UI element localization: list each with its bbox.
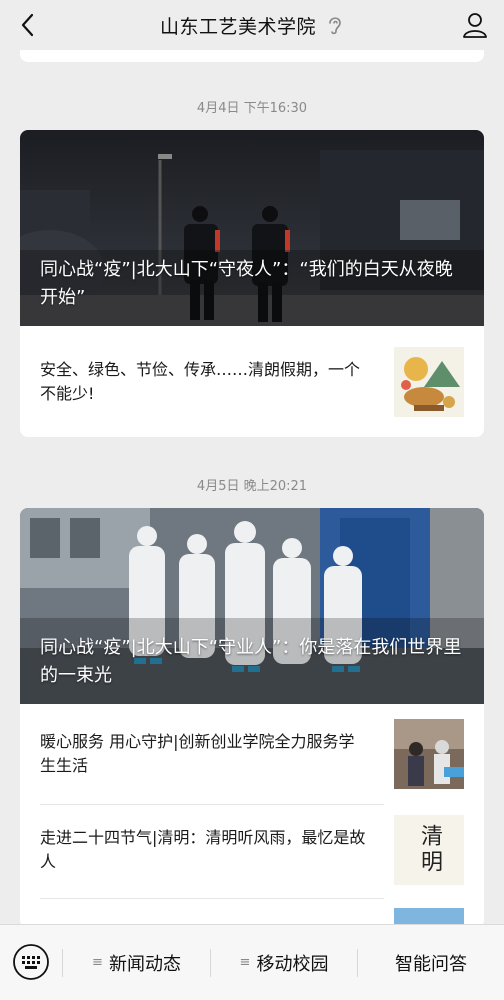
hero-article[interactable]: 同心战“疫”|北大山下“守业人”：你是落在我们世界里的一束光	[20, 508, 484, 704]
tab-mobile-campus[interactable]: ≡ 移动校园	[211, 925, 357, 1000]
listen-ear-icon[interactable]	[326, 14, 344, 36]
previous-card-stub	[20, 50, 484, 62]
title-group: 山东工艺美术学院	[160, 12, 344, 39]
hero-article[interactable]: 同心战“疫”|北大山下“守夜人”：“我们的白天从夜晚开始”	[20, 130, 484, 326]
item-divider	[40, 898, 384, 899]
thumbnail-photo-service	[394, 719, 464, 789]
user-profile-icon[interactable]	[460, 10, 490, 40]
tab-label: 移动校园	[256, 953, 329, 975]
tab-news[interactable]: ≡ 新闻动态	[63, 925, 210, 1000]
article-list-item[interactable]: 安全、绿色、节俭、传承……清朗假期，一个不能少!	[20, 326, 484, 437]
keyboard-toggle-icon[interactable]	[12, 943, 50, 981]
top-nav-bar: 山东工艺美术学院	[0, 0, 504, 50]
article-list-item[interactable]: 走进二十四节气|清明：清明听风雨，最忆是故人 清明	[20, 804, 484, 896]
article-card: 同心战“疫”|北大山下“守夜人”：“我们的白天从夜晚开始” 安全、绿色、节俭、传…	[20, 130, 484, 437]
thumbnail-qingming-calligraphy: 清明	[394, 815, 464, 885]
article-list-item[interactable]: 暖心服务 用心守护|创新创业学院全力服务学生生活	[20, 704, 484, 804]
article-thumbnail	[394, 346, 464, 417]
back-arrow-icon[interactable]	[14, 10, 44, 40]
thumbnail-text: 清明	[417, 824, 442, 876]
thumbnail-illustration-spring	[394, 346, 464, 417]
tab-smart-qa[interactable]: 智能问答	[358, 925, 504, 1000]
account-title: 山东工艺美术学院	[159, 15, 316, 38]
article-title: 安全、绿色、节俭、传承……清朗假期，一个不能少!	[40, 359, 361, 403]
menu-lines-icon: ≡	[92, 955, 103, 970]
tab-label: 新闻动态	[108, 953, 181, 975]
hero-title: 同心战“疫”|北大山下“守夜人”：“我们的白天从夜晚开始”	[40, 259, 453, 308]
article-title: 暖心服务 用心守护|创新创业学院全力服务学生生活	[40, 732, 355, 775]
article-thumbnail: 清明	[394, 815, 464, 885]
message-timestamp: 4月4日 下午16:30	[196, 101, 308, 116]
tab-label: 智能问答	[395, 953, 467, 975]
article-card: 同心战“疫”|北大山下“守业人”：你是落在我们世界里的一束光 暖心服务 用心守护…	[20, 508, 484, 928]
bottom-menu-bar: ≡ 新闻动态 ≡ 移动校园 智能问答	[0, 924, 504, 1000]
article-thumbnail	[394, 719, 464, 789]
menu-lines-icon: ≡	[239, 955, 251, 970]
article-title: 走进二十四节气|清明：清明听风雨，最忆是故人	[40, 828, 366, 871]
hero-title: 同心战“疫”|北大山下“守业人”：你是落在我们世界里的一束光	[40, 637, 462, 686]
message-timestamp: 4月5日 晚上20:21	[196, 479, 308, 494]
